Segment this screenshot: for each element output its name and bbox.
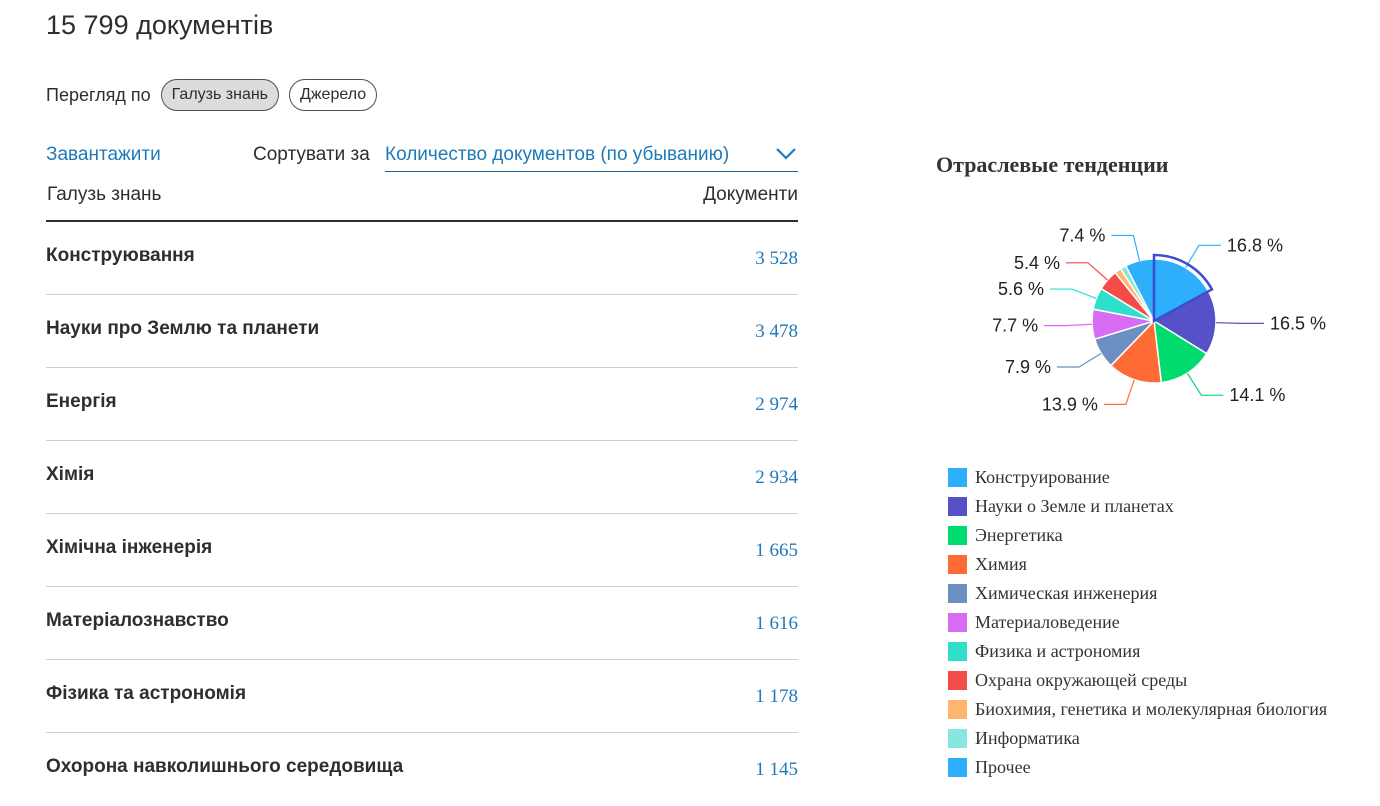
subject-table: Конструювання 3 528 Науки про Землю та п… [46,222,798,806]
legend-swatch [948,642,967,661]
pie-label-leader [1044,323,1093,327]
table-row: Конструювання 3 528 [46,222,798,295]
document-count-title: 15 799 документів [46,10,274,40]
pie-label-leader [1056,352,1102,368]
legend-label: Науки о Земле и планетах [975,496,1174,516]
chart-title: Отраслевые тенденции [936,152,1169,177]
row-count-link[interactable]: 3 528 [755,248,798,270]
legend-label: Химия [975,554,1027,574]
pie-chart: 16.8 % 16.5 % 14.1 % 13.9 % 7.9 % 7.7 % 5.6 % 5… [992,225,1326,414]
legend-swatch [948,700,967,719]
legend-item[interactable]: Биохимия, генетика и молекулярная биолог… [948,695,1327,724]
row-label: Хімія [46,464,95,485]
legend-swatch [948,497,967,516]
download-link[interactable]: Завантажити [46,144,161,166]
pie-label-leader [1050,288,1097,300]
row-count-link[interactable]: 1 178 [755,686,798,708]
legend-swatch [948,526,967,545]
row-count-link[interactable]: 3 478 [755,321,798,343]
legend-swatch [948,729,967,748]
legend-swatch [948,758,967,777]
view-by-source-chip[interactable]: Джерело [289,79,378,111]
table-row: Матеріалознавство 1 616 [46,587,798,660]
view-by-subject-chip[interactable]: Галузь знань [160,79,280,111]
row-count-link[interactable]: 2 934 [755,467,798,489]
legend-swatch [948,555,967,574]
sort-select-value: Количество документов (по убыванию) [385,144,730,165]
header-field: Галузь знань [47,184,162,205]
legend-swatch [948,468,967,487]
view-by-group: Перегляд по Галузь знань Джерело [46,78,378,112]
legend-item[interactable]: Информатика [948,724,1327,753]
legend-label: Охрана окружающей среды [975,670,1188,690]
row-label: Науки про Землю та планети [46,318,320,339]
pie-label-leader [1065,262,1108,281]
row-count-link[interactable]: 1 665 [755,540,798,562]
pie-label-leader [1111,234,1141,261]
table-row: Енергія 2 974 [46,368,798,441]
table-row: Хімічна інженерія 1 665 [46,514,798,587]
chart-legend: Конструирование Науки о Земле и планетах Э… [948,463,1327,782]
pie-slice-label: 5.6 % [998,279,1044,299]
legend-item[interactable]: Химия [948,550,1327,579]
legend-label: Конструирование [975,467,1110,487]
pie-slice-label: 5.4 % [1014,253,1060,273]
pie-slice-label: 7.9 % [1005,357,1051,377]
pie-slice-label: 7.7 % [992,316,1038,336]
chevron-down-icon [776,148,796,160]
legend-label: Материаловедение [975,612,1120,632]
legend-item[interactable]: Материаловедение [948,608,1327,637]
table-row: Охорона навколишнього середовища 1 145 [46,733,798,806]
row-label: Фізика та астрономія [46,683,247,704]
pie-slice-label: 16.8 % [1227,235,1283,255]
legend-item[interactable]: Энергетика [948,521,1327,550]
row-label: Охорона навколишнього середовища [46,756,404,777]
pie-label-leader [1185,244,1221,268]
legend-swatch [948,671,967,690]
sort-label: Сортувати за [253,144,370,165]
legend-label: Физика и астрономия [975,641,1141,661]
row-label: Хімічна інженерія [46,537,213,558]
legend-swatch [948,584,967,603]
legend-item[interactable]: Науки о Земле и планетах [948,492,1327,521]
legend-label: Биохимия, генетика и молекулярная биолог… [975,699,1328,719]
view-by-label: Перегляд по [46,84,151,105]
row-count-link[interactable]: 1 145 [755,759,798,781]
row-count-link[interactable]: 2 974 [755,394,798,416]
legend-label: Прочее [975,757,1031,777]
row-count-link[interactable]: 1 616 [755,613,798,635]
legend-item[interactable]: Прочее [948,753,1327,782]
table-row: Хімія 2 934 [46,441,798,514]
legend-item[interactable]: Физика и астрономия [948,637,1327,666]
legend-swatch [948,613,967,632]
legend-label: Химическая инженерия [975,583,1158,603]
pie-slice-label: 16.5 % [1270,313,1326,333]
pie-label-leader [1186,372,1224,396]
header-docs: Документи [703,184,798,205]
row-label: Матеріалознавство [46,610,229,631]
table-row: Фізика та астрономія 1 178 [46,660,798,733]
legend-label: Энергетика [975,525,1063,545]
pie-label-leader [1103,379,1135,405]
row-label: Конструювання [46,245,195,266]
pie-slice-label: 7.4 % [1059,225,1105,245]
legend-item[interactable]: Охрана окружающей среды [948,666,1327,695]
table-header: Галузь знань Документи [46,184,798,222]
sort-select[interactable]: Количество документов (по убыванию) [385,140,798,172]
legend-label: Информатика [975,728,1080,748]
pie-label-leader [1215,322,1264,324]
legend-item[interactable]: Химическая инженерия [948,579,1327,608]
pie-slice-label: 14.1 % [1229,385,1285,405]
pie-slice-label: 13.9 % [1042,394,1098,414]
table-row: Науки про Землю та планети 3 478 [46,295,798,368]
row-label: Енергія [46,391,117,412]
legend-item[interactable]: Конструирование [948,463,1327,492]
